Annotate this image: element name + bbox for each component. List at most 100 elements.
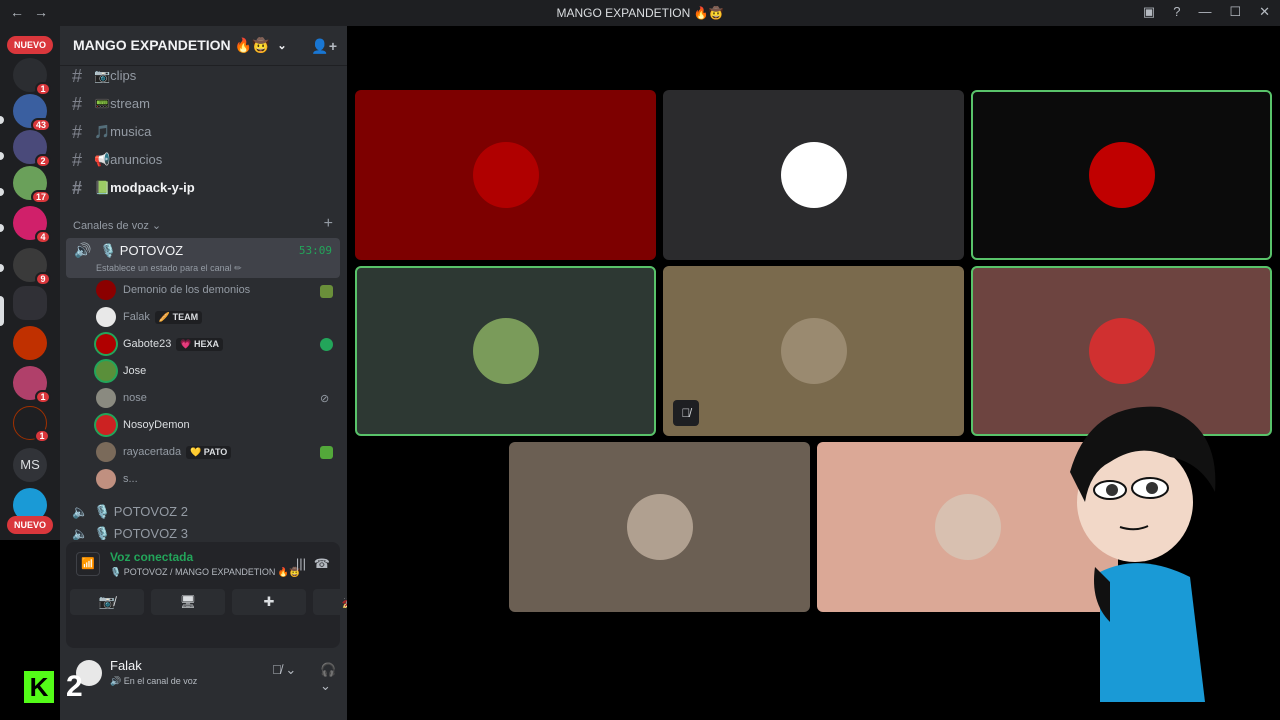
voice-member[interactable]: Falak 🥖 TEAM — [96, 306, 203, 328]
avatar — [472, 142, 539, 208]
inbox-icon[interactable]: ▣ — [1143, 4, 1155, 20]
channel-label: 🎵musica — [94, 124, 152, 139]
voice-timer: 53:09 — [298, 244, 332, 257]
avatar — [626, 494, 693, 560]
mention-badge: 1 — [34, 429, 50, 443]
server-icon-mango[interactable] — [13, 286, 47, 320]
member-name: nose — [123, 392, 147, 404]
avatar — [472, 318, 539, 384]
voice-channel-potovoz[interactable]: 🔊 🎙️ POTOVOZ 53:09 Establece un estado p… — [66, 238, 340, 278]
channel-status[interactable]: Establece un estado para el canal ✏ — [96, 263, 242, 274]
new-badge-bottom[interactable]: NUEVO — [7, 516, 53, 534]
unread-dot — [0, 264, 4, 272]
server-list: NUEVO 1 43 2 17 4 9 1 1 MS NUEVO — [0, 26, 60, 540]
member-name: Demonio de los demonios — [123, 284, 251, 296]
member-name: Gabote23 — [123, 338, 172, 350]
help-icon[interactable]: ? — [1173, 4, 1180, 20]
participant-tile[interactable] — [663, 90, 964, 260]
server-icon[interactable]: 17 — [13, 166, 51, 204]
muted-mic-icon: 🎙̸ — [673, 400, 699, 426]
voice-channel-name: 🎙️ POTOVOZ 2 — [94, 504, 188, 519]
channel-anuncios[interactable]: # 📢anuncios — [72, 148, 162, 172]
channel-label: 📟stream — [94, 96, 150, 111]
hash-icon: # — [72, 93, 83, 114]
participant-tile[interactable] — [509, 442, 810, 612]
disconnect-icon[interactable]: ☎ — [314, 556, 330, 572]
username[interactable]: Falak — [110, 658, 142, 673]
speaker-icon: 🔈 — [72, 526, 89, 540]
avatar — [96, 280, 116, 300]
unread-dot — [0, 152, 4, 160]
activity-icon — [320, 446, 333, 459]
server-icon[interactable]: 9 — [13, 248, 51, 286]
channel-musica[interactable]: # 🎵musica — [72, 120, 151, 144]
server-icon[interactable] — [13, 326, 47, 360]
avatar — [1088, 318, 1155, 384]
voice-member[interactable]: Demonio de los demonios — [96, 279, 250, 301]
screen-share-button[interactable]: 🖥 — [151, 589, 225, 615]
server-icon[interactable]: 1 — [13, 366, 51, 404]
headset-icon[interactable]: 🎧 ⌄ — [320, 662, 340, 694]
channel-sidebar: MANGO EXPANDETION 🔥🤠 ⌄ 👤+ # 📷clips # 📟stre… — [60, 26, 387, 720]
streamer-avatar-overlay — [1070, 406, 1216, 702]
server-icon[interactable]: 1 — [13, 58, 51, 96]
new-badge-top[interactable]: NUEVO — [7, 36, 53, 54]
server-icon[interactable]: 4 — [13, 206, 51, 244]
member-tag: 💛 PATO — [186, 445, 232, 459]
member-name: rayacertada — [123, 446, 182, 458]
hash-icon: # — [72, 65, 83, 86]
channel-modpack[interactable]: # 📗modpack-y-ip — [72, 176, 195, 200]
voice-member[interactable]: Gabote23 💗 HEXA — [96, 333, 224, 355]
voice-channel-name: 🎙️ POTOVOZ — [100, 243, 184, 258]
close-button[interactable]: ✕ — [1259, 4, 1270, 20]
minimize-button[interactable]: — — [1198, 4, 1211, 20]
server-icon[interactable]: 2 — [13, 130, 51, 168]
signal-icon[interactable]: 📶 — [76, 552, 100, 576]
member-name: NosoyDemon — [123, 419, 190, 431]
voice-member[interactable]: nose — [96, 387, 147, 409]
server-icon-ms[interactable]: MS — [13, 448, 47, 482]
user-panel: Falak 🔊 En el canal de voz 🎙̸ ⌄ 🎧 ⌄ ⚙ — [66, 650, 382, 698]
avatar — [96, 307, 116, 327]
member-tag: 🥖 TEAM — [154, 310, 203, 324]
avatar — [780, 318, 847, 384]
channel-stream[interactable]: # 📟stream — [72, 92, 150, 116]
mention-badge: 9 — [35, 272, 51, 286]
participant-tile[interactable]: 🎙̸ — [663, 266, 964, 436]
voice-member[interactable]: Jose — [96, 360, 146, 382]
voice-connected-label[interactable]: Voz conectada — [110, 550, 193, 564]
participant-tile[interactable] — [971, 90, 1272, 260]
avatar — [96, 361, 116, 381]
participant-tile[interactable] — [355, 90, 656, 260]
voice-member[interactable]: rayacertada 💛 PATO — [96, 441, 232, 463]
member-tag: 💗 HEXA — [176, 337, 224, 351]
title-bar: ←→ MANGO EXPANDETION 🔥🤠 ▣ ? — ☐ ✕ — [0, 0, 1280, 26]
avatar — [96, 415, 116, 435]
noise-suppression-icon[interactable]: ||| — [296, 556, 306, 571]
voice-category-label[interactable]: Canales de voz ⌄ — [73, 219, 161, 232]
add-channel-icon[interactable]: + — [324, 215, 333, 233]
avatar — [96, 469, 116, 489]
voice-channel-potovoz-2[interactable]: 🔈 🎙️ POTOVOZ 2 — [72, 500, 188, 524]
camera-off-button[interactable]: 📷̸ — [70, 589, 144, 615]
voice-member[interactable]: NosoyDemon — [96, 414, 190, 436]
participant-tile[interactable] — [355, 266, 656, 436]
channel-clips[interactable]: # 📷clips — [72, 64, 136, 88]
server-icon[interactable]: 1 — [13, 406, 50, 443]
avatar — [96, 388, 116, 408]
voice-channel-potovoz-3[interactable]: 🔈 🎙️ POTOVOZ 3 — [72, 526, 188, 540]
mic-mute-icon[interactable]: 🎙̸ ⌄ — [272, 662, 296, 678]
voice-connection-location[interactable]: 🎙️ POTOVOZ / MANGO EXPANDETION 🔥🤠 — [110, 567, 300, 578]
voice-member[interactable]: s... — [96, 468, 138, 490]
member-name: Falak — [123, 311, 150, 323]
mention-badge: 4 — [35, 230, 51, 244]
server-name: MANGO EXPANDETION 🔥🤠 — [73, 37, 270, 53]
server-icon[interactable]: 43 — [13, 94, 51, 132]
invite-icon[interactable]: 👤+ — [311, 38, 337, 55]
maximize-button[interactable]: ☐ — [1229, 4, 1241, 20]
hash-icon: # — [72, 121, 83, 142]
avatar — [96, 334, 116, 354]
server-header[interactable]: MANGO EXPANDETION 🔥🤠 ⌄ 👤+ — [60, 26, 347, 66]
activities-button[interactable]: ✚ — [232, 589, 306, 615]
speaker-icon: 🔈 — [72, 504, 89, 519]
